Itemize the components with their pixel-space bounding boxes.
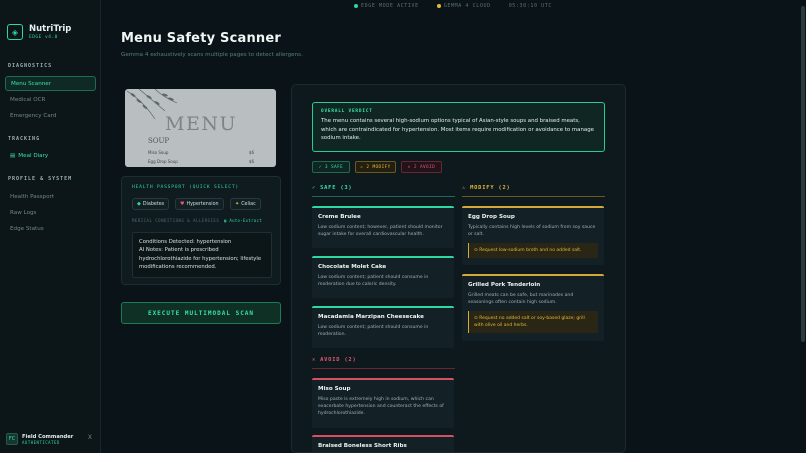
passport-title: HEALTH PASSPORT (QUICK SELECT) <box>132 185 239 190</box>
food-name: Grilled Pork Tenderloin <box>468 282 541 288</box>
food-description: Miso paste is extremely high in sodium, … <box>318 397 444 417</box>
execute-scan-button[interactable]: EXECUTE MULTIMODAL SCAN <box>121 302 281 324</box>
chip-celiac[interactable]: ✦ Celiac <box>230 198 261 210</box>
avoid-divider <box>312 368 455 369</box>
food-card-modify[interactable]: Egg Drop Soup Typically contains high le… <box>462 206 604 265</box>
section-profile: PROFILE & SYSTEM <box>8 176 73 182</box>
app-name: NutriTrip <box>29 24 72 34</box>
status-dot-icon <box>353 3 358 8</box>
safe-count-badge[interactable]: ✓ 3 SAFE <box>312 161 350 173</box>
food-description: Low sodium content; however, patient sho… <box>318 225 443 238</box>
sidebar-item-emergency-card[interactable]: Emergency Card <box>5 108 96 123</box>
sidebar-item-raw-logs[interactable]: Raw Logs <box>5 205 96 220</box>
sidebar-item-health-passport[interactable]: Health Passport <box>5 189 96 204</box>
conditions-label: MEDICAL CONDITIONS & ALLERGIES <box>132 218 220 223</box>
verdict-text: The menu contains several high-sodium op… <box>321 118 594 142</box>
auto-extract-button[interactable]: ▣ Auto-Extract <box>224 218 262 223</box>
modification-tip: ⊙ Request no added salt or soy-based gla… <box>468 311 598 334</box>
food-card-safe[interactable]: Chocolate Molet Cake Low sodium content;… <box>312 256 454 298</box>
section-tracking: TRACKING <box>8 136 41 142</box>
page-subtitle: Gemma 4 exhaustively scans multiple page… <box>121 52 303 58</box>
status-dot-icon <box>436 3 441 8</box>
food-name: Creme Brulee <box>318 214 361 220</box>
menu-line: Miso Soup $6 <box>148 150 254 155</box>
conditions-textarea[interactable]: Conditions Detected: hypertension AI Not… <box>132 232 272 278</box>
food-name: Braised Boneless Short Ribs <box>318 443 407 449</box>
app-version: EDGE v4.0 <box>29 35 58 40</box>
menu-image-preview[interactable]: MENU SOUP Miso Soup $6 Egg Drop Soup $6 <box>125 89 276 167</box>
overall-verdict-card: OVERALL VERDICT The menu contains severa… <box>312 102 605 152</box>
droplet-icon: ◆ <box>137 201 141 207</box>
safe-divider <box>312 196 455 197</box>
food-description: Low sodium content; patient should consu… <box>318 325 429 338</box>
avatar: FC <box>6 433 18 445</box>
section-diagnostics: DIAGNOSTICS <box>8 63 53 69</box>
menu-heading: MENU <box>165 113 237 135</box>
logout-icon[interactable]: X <box>88 434 92 441</box>
page-title: Menu Safety Scanner <box>121 31 281 46</box>
health-passport-panel: HEALTH PASSPORT (QUICK SELECT) ◆ Diabetes… <box>121 176 281 285</box>
app-logo[interactable]: ◈ NutriTrip EDGE v4.0 <box>7 24 71 40</box>
modify-column-heading: ⚠ MODIFY (2) <box>462 185 511 191</box>
modify-divider <box>462 196 605 197</box>
avoid-count-badge[interactable]: ✕ 2 AVOID <box>401 161 442 173</box>
heart-icon: ♥ <box>180 201 185 207</box>
modification-tip: ⊙ Request low-sodium broth and no added … <box>468 243 598 259</box>
food-name: Macadamia Marzipan Cheesecake <box>318 314 424 320</box>
sidebar-item-menu-scanner[interactable]: Menu Scanner <box>5 76 96 91</box>
diary-icon: ▤ <box>10 152 16 159</box>
sidebar-item-meal-diary[interactable]: ▤ Meal Diary <box>5 148 96 163</box>
food-name: Chocolate Molet Cake <box>318 264 387 270</box>
safe-column-heading: ✓ SAFE (3) <box>312 185 353 191</box>
food-card-avoid[interactable]: Miso Soup Miso paste is extremely high i… <box>312 378 454 428</box>
user-profile[interactable]: FC Field Commander AUTHENTICATED X <box>6 431 96 447</box>
modify-count-badge[interactable]: ⚠ 2 MODIFY <box>355 161 396 173</box>
sidebar: ◈ NutriTrip EDGE v4.0 DIAGNOSTICS Menu S… <box>0 0 101 453</box>
results-panel: OVERALL VERDICT The menu contains severa… <box>291 84 626 453</box>
sidebar-item-edge-status[interactable]: Edge Status <box>5 221 96 236</box>
top-status-bar: EDGE MODE ACTIVE GEMMA 4 CLOUD 05:30:10 … <box>100 0 806 12</box>
shield-logo-icon: ◈ <box>7 24 23 40</box>
menu-section: SOUP <box>148 137 170 145</box>
food-card-safe[interactable]: Macadamia Marzipan Cheesecake Low sodium… <box>312 306 454 348</box>
food-card-safe[interactable]: Creme Brulee Low sodium content; however… <box>312 206 454 248</box>
edge-mode-status: EDGE MODE ACTIVE <box>353 3 419 9</box>
scrollbar-thumb[interactable] <box>801 6 805 342</box>
verdict-title: OVERALL VERDICT <box>321 109 373 114</box>
page-scrollbar[interactable] <box>800 0 806 453</box>
model-status: GEMMA 4 CLOUD <box>436 3 491 9</box>
food-card-avoid[interactable]: Braised Boneless Short Ribs <box>312 435 454 452</box>
avoid-column-heading: ✕ AVOID (2) <box>312 357 357 363</box>
chip-hypertension[interactable]: ♥ Hypertension <box>175 198 224 210</box>
chip-diabetes[interactable]: ◆ Diabetes <box>132 198 170 210</box>
wheat-icon: ✦ <box>235 201 240 207</box>
food-description: Typically contains high levels of sodium… <box>468 225 596 238</box>
food-description: Low sodium content; patient should consu… <box>318 275 429 288</box>
food-name: Egg Drop Soup <box>468 214 515 220</box>
menu-line: Egg Drop Soup $6 <box>148 159 254 164</box>
food-name: Miso Soup <box>318 386 351 392</box>
sidebar-item-medical-ocr[interactable]: Medical OCR <box>5 92 96 107</box>
food-card-modify[interactable]: Grilled Pork Tenderloin Grilled meats ca… <box>462 274 604 341</box>
clock: 05:30:10 UTC <box>508 3 553 9</box>
user-status: AUTHENTICATED <box>22 439 60 445</box>
user-name: Field Commander <box>22 433 74 440</box>
food-description: Grilled meats can be safe, but marinades… <box>468 293 574 306</box>
